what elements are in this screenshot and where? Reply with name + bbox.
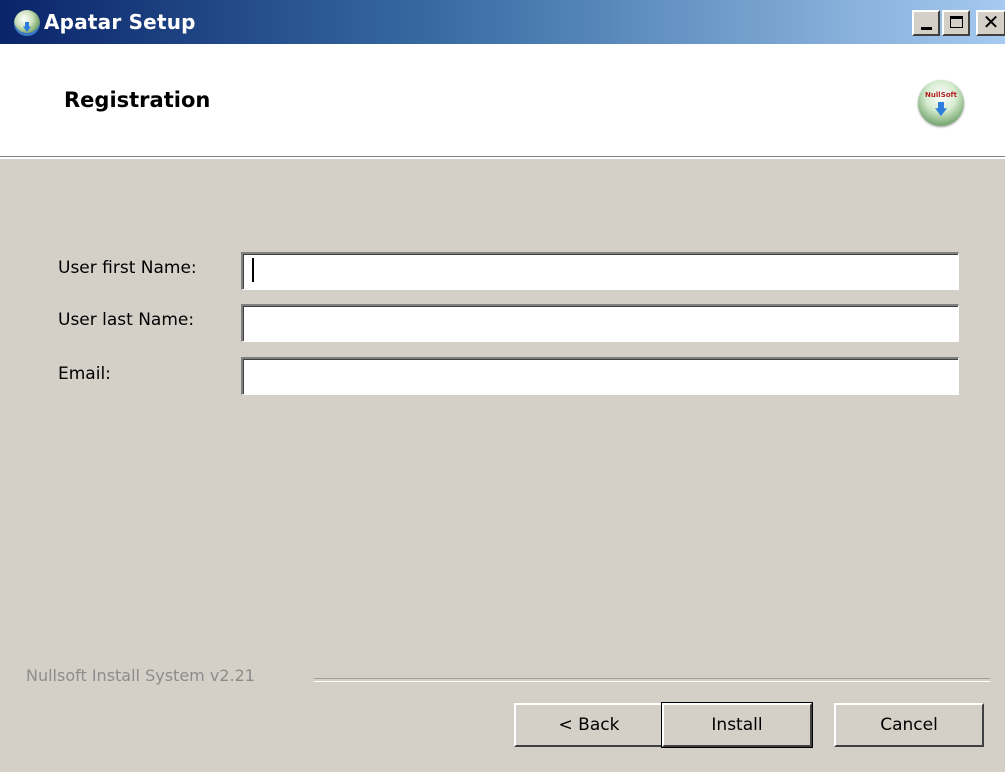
header-panel: Registration NullSoft: [0, 44, 1005, 157]
install-button[interactable]: Install: [661, 702, 813, 748]
back-button[interactable]: < Back: [514, 703, 664, 747]
cancel-button[interactable]: Cancel: [834, 703, 984, 747]
text-caret: [252, 258, 254, 282]
maximize-icon: [950, 16, 963, 28]
download-arrow-icon: [935, 102, 947, 116]
title-bar[interactable]: Apatar Setup ✕: [0, 0, 1005, 44]
page-title: Registration: [64, 88, 211, 112]
first-name-label: User first Name:: [58, 258, 197, 278]
window-title: Apatar Setup: [44, 10, 196, 34]
first-name-input[interactable]: [241, 252, 959, 290]
branding-divider: [314, 678, 990, 682]
last-name-label: User last Name:: [58, 310, 195, 330]
email-input[interactable]: [241, 357, 959, 395]
app-icon: [14, 10, 40, 36]
minimize-button[interactable]: [912, 10, 940, 36]
installer-branding: Nullsoft Install System v2.21: [26, 666, 255, 685]
email-label: Email:: [58, 364, 111, 384]
minimize-icon: [921, 27, 932, 30]
last-name-input[interactable]: [241, 304, 959, 342]
close-icon: ✕: [982, 10, 1000, 34]
close-button[interactable]: ✕: [976, 10, 1005, 36]
maximize-button[interactable]: [942, 10, 970, 36]
installer-logo-icon: NullSoft: [918, 80, 964, 126]
setup-window: Apatar Setup ✕ Registration NullSoft Use…: [0, 0, 1005, 772]
header-divider: [0, 157, 1005, 159]
installer-logo-text: NullSoft: [925, 91, 957, 99]
